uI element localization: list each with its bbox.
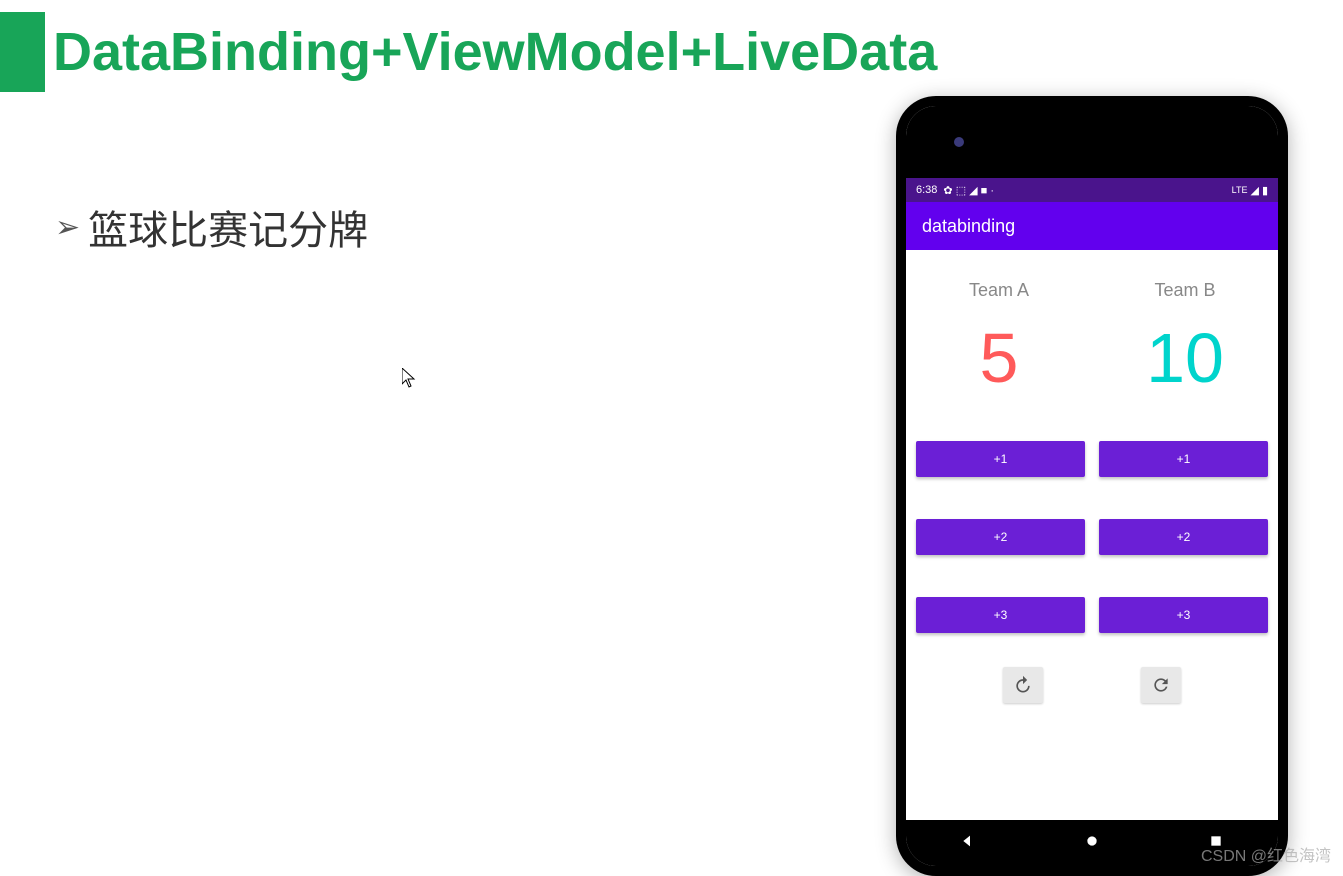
nav-home-icon[interactable] [1084, 833, 1100, 854]
team-a-plus3-button[interactable]: +3 [916, 597, 1085, 633]
team-a-plus1-button[interactable]: +1 [916, 441, 1085, 477]
phone-speaker [906, 106, 1278, 178]
team-a-plus2-button[interactable]: +2 [916, 519, 1085, 555]
team-a-score: 5 [906, 323, 1092, 393]
team-a-column: Team A 5 [906, 280, 1092, 393]
undo-icon [1013, 675, 1033, 695]
team-b-plus2-button[interactable]: +2 [1099, 519, 1268, 555]
slide-header: DataBinding+ViewModel+LiveData [0, 0, 1343, 92]
bullet-text: 篮球比赛记分牌 [88, 198, 368, 256]
team-b-column: Team B 10 [1092, 280, 1278, 393]
battery-icon: ▮ [1262, 184, 1268, 197]
refresh-button[interactable] [1141, 667, 1181, 703]
undo-button[interactable] [1003, 667, 1043, 703]
status-signal: LTE [1232, 185, 1248, 195]
team-b-score: 10 [1092, 323, 1278, 393]
team-a-label: Team A [906, 280, 1092, 301]
status-time: 6:38 [916, 184, 937, 196]
nav-back-icon[interactable] [960, 833, 976, 854]
mouse-cursor-icon [402, 368, 416, 393]
phone-mockup: 6:38 ✿ ⬚ ◢ ■ · LTE ◢ ▮ databinding Team … [896, 96, 1288, 876]
app-bar: databinding [906, 202, 1278, 250]
signal-icon: ◢ [1250, 184, 1258, 197]
status-bar: 6:38 ✿ ⬚ ◢ ■ · LTE ◢ ▮ [906, 178, 1278, 202]
team-b-plus1-button[interactable]: +1 [1099, 441, 1268, 477]
bullet-arrow-icon: ➢ [55, 210, 80, 245]
refresh-icon [1151, 675, 1171, 695]
slide-title: DataBinding+ViewModel+LiveData [53, 21, 937, 83]
team-b-plus3-button[interactable]: +3 [1099, 597, 1268, 633]
bullet-item: ➢ 篮球比赛记分牌 [55, 198, 368, 256]
watermark: CSDN @红色海湾 [1201, 842, 1331, 866]
team-b-label: Team B [1092, 280, 1278, 301]
app-title: databinding [922, 216, 1015, 237]
status-icons: ✿ ⬚ ◢ ■ · [943, 184, 994, 197]
title-accent-block [0, 12, 45, 92]
